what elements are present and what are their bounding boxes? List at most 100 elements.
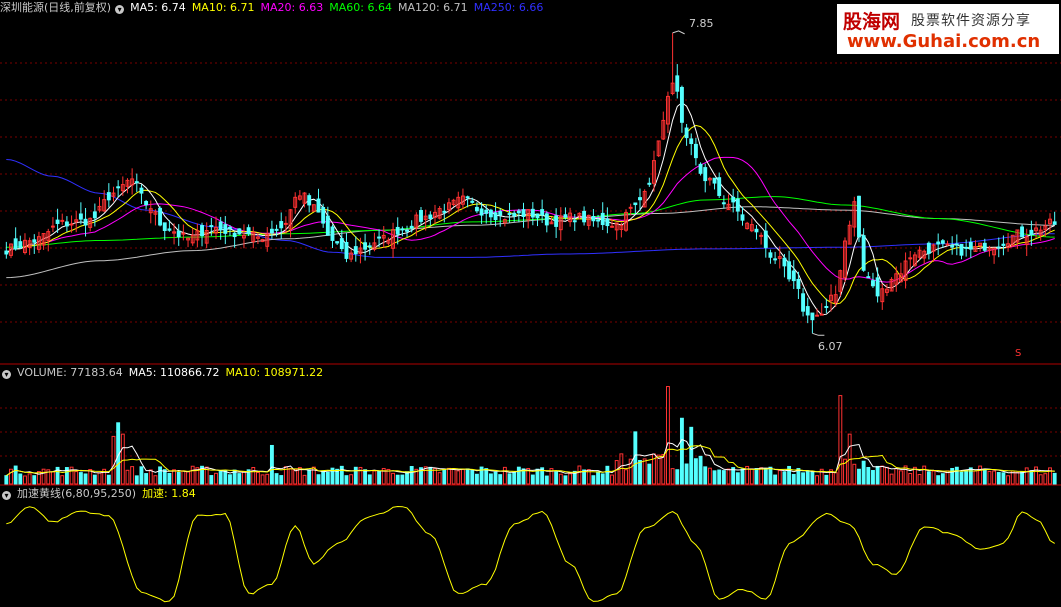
candle-body (134, 181, 139, 184)
volume-bar (577, 465, 582, 485)
candle-body (419, 210, 423, 222)
candle-body (405, 229, 409, 232)
volume-bar (488, 473, 493, 485)
candle-body (167, 228, 172, 231)
indicator-name-label: 加速黄线(6,80,95,250) (17, 487, 137, 500)
volume-bar (158, 466, 163, 485)
candle-body (218, 221, 223, 231)
accel-line (6, 505, 1055, 603)
volume-bar (32, 475, 37, 485)
chevron-down-icon[interactable]: ▾ (115, 5, 125, 14)
chevron-down-icon[interactable]: ▾ (2, 370, 11, 379)
volume-bar (176, 471, 181, 485)
candle-body (321, 207, 326, 224)
candle-body (400, 228, 405, 231)
candle-body (488, 209, 493, 218)
volume-bar (386, 468, 391, 485)
volume-bar (1043, 473, 1048, 485)
volume-bar (726, 468, 731, 485)
volume-bar (437, 472, 442, 485)
indicator-value-label: 加速: 1.84 (142, 487, 196, 500)
volume-bar (209, 475, 214, 485)
candle-body (600, 212, 605, 226)
volume-bar (721, 470, 726, 485)
volume-bar (894, 468, 899, 485)
candle-body (363, 242, 368, 250)
candle-body (610, 225, 614, 228)
candle-body (866, 276, 871, 279)
candle-body (353, 246, 358, 255)
volume-bar (782, 471, 787, 485)
volume-bar (992, 470, 997, 485)
volume-bar (558, 473, 563, 485)
candle-body (162, 222, 167, 231)
candle-body (55, 219, 60, 224)
volume-bar (857, 468, 861, 485)
candle-body (563, 214, 568, 218)
volume-bar (880, 465, 885, 485)
accel-indicator-line (6, 505, 1055, 603)
volume-bar (717, 469, 722, 485)
candle-body (945, 243, 950, 246)
volume-bar (423, 466, 428, 485)
volume-bar (106, 474, 111, 485)
ma10-label: MA10: 6.71 (191, 1, 255, 14)
volume-bar (596, 471, 601, 485)
volume-bar (982, 468, 987, 485)
candle-body (209, 225, 214, 228)
candle-body (535, 213, 540, 219)
candle-body (181, 232, 186, 235)
candle-body (572, 220, 577, 223)
volume-bar (917, 474, 922, 485)
candle-body (647, 182, 652, 185)
volume-bar (936, 475, 941, 485)
volume-bar (251, 466, 256, 485)
volume-bar (707, 467, 712, 485)
candle-body (1052, 221, 1057, 225)
vol-ma10-label: MA10: 108971.22 (225, 366, 324, 379)
candle-body (805, 306, 810, 316)
candle-body (782, 257, 787, 267)
volume-bar (978, 465, 983, 485)
candle-body (679, 86, 684, 123)
volume-bar (633, 431, 638, 485)
volume-bar (41, 468, 46, 485)
volume-bar (279, 475, 284, 485)
volume-bar (871, 470, 875, 485)
volume-bar (307, 469, 312, 485)
candle-body (484, 209, 489, 214)
volume-bar (377, 471, 382, 485)
volume-bar (148, 469, 153, 485)
volume-bar (624, 469, 628, 485)
volume-bar (647, 463, 652, 485)
candle-body (139, 187, 144, 194)
volume-bar (1015, 471, 1020, 485)
ma60-label: MA60: 6.64 (329, 1, 392, 14)
candle-body (791, 270, 796, 282)
candle-body (325, 215, 330, 236)
candle-body (307, 195, 312, 206)
volume-bar (269, 444, 274, 485)
volume-bar (931, 470, 936, 485)
candle-body (521, 209, 526, 217)
candle-body (754, 228, 759, 233)
volume-bar (498, 474, 503, 485)
volume-bar (735, 472, 740, 485)
volume-bar (111, 435, 116, 485)
candle-body (470, 200, 475, 203)
candle-body (474, 206, 479, 212)
volume-bar (50, 471, 55, 485)
candle-body (339, 238, 344, 250)
volume-bar (875, 465, 880, 485)
volume-bar (591, 475, 596, 485)
volume-bar (684, 463, 689, 485)
volume-bar (363, 469, 368, 485)
candle-body (675, 75, 680, 92)
candle-body (689, 138, 694, 145)
stock-chart[interactable] (0, 0, 1061, 607)
chevron-down-icon[interactable]: ▾ (2, 491, 11, 500)
volume-bar (372, 470, 377, 485)
ma120-line (6, 206, 1055, 279)
stock-title[interactable]: 深圳能源(日线,前复权) (0, 1, 111, 14)
volume-bar (302, 474, 307, 485)
